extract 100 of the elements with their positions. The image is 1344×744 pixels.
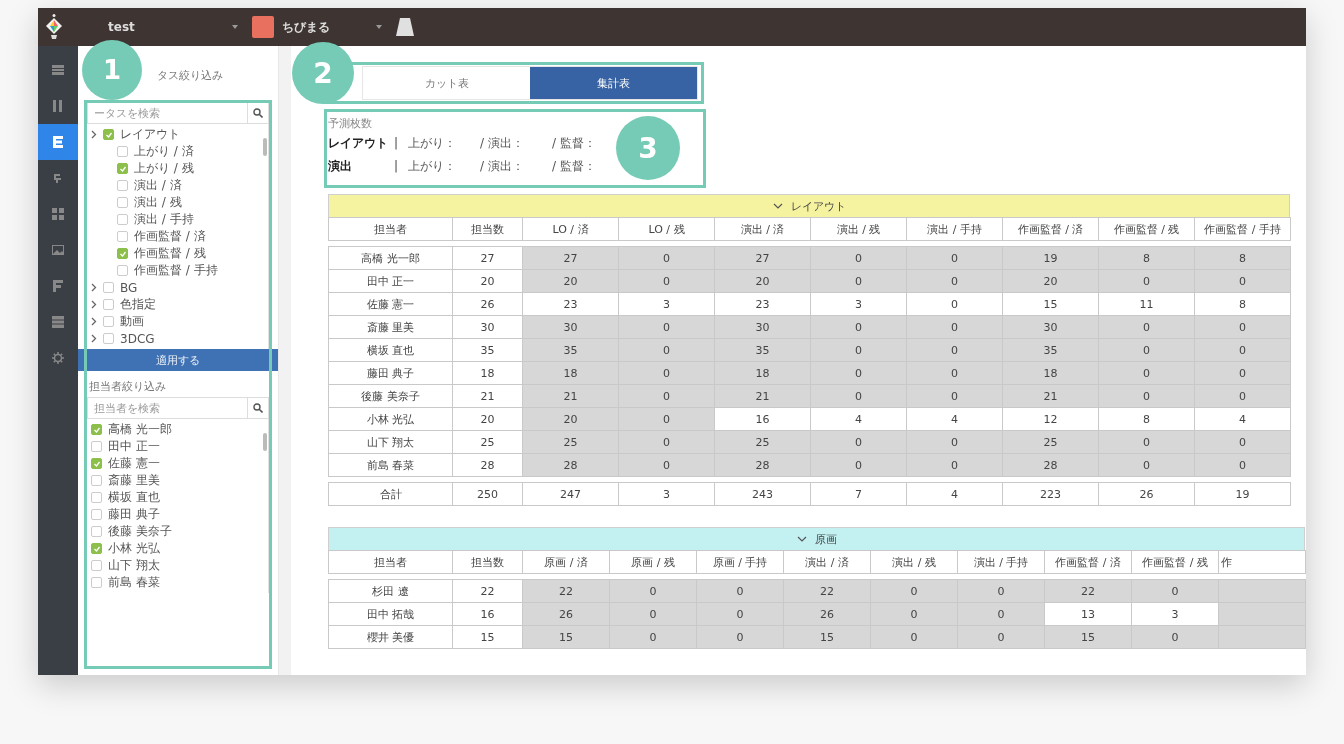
scrollbar-thumb[interactable] <box>263 433 267 451</box>
table-cell: 0 <box>1194 384 1291 408</box>
steps-icon <box>52 172 64 184</box>
status-label: 作画監督 / 済 <box>134 228 206 245</box>
scrollbar-thumb[interactable] <box>263 138 267 156</box>
table-cell: 0 <box>957 579 1045 603</box>
checkbox[interactable] <box>91 577 102 588</box>
table-cell: 櫻井 美優 <box>328 625 453 649</box>
search-icon <box>253 108 263 118</box>
person-name: 田中 正一 <box>108 438 160 455</box>
status-label: 作画監督 / 手持 <box>134 262 218 279</box>
table-cell: 25 <box>714 430 811 454</box>
table-cell: 21 <box>1002 384 1099 408</box>
table-cell: 18 <box>1002 361 1099 385</box>
checkbox[interactable] <box>91 526 102 537</box>
sheet-nav-button[interactable] <box>38 124 78 160</box>
checkbox[interactable] <box>117 265 128 276</box>
total-cell: 7 <box>810 482 907 506</box>
total-cell: 247 <box>522 482 619 506</box>
table-cell: 0 <box>906 315 1003 339</box>
checkbox[interactable] <box>117 146 128 157</box>
checkbox[interactable] <box>91 424 102 435</box>
table-cell: 0 <box>810 384 907 408</box>
table-cell: 0 <box>906 361 1003 385</box>
table-cell: 0 <box>1098 269 1195 293</box>
grid-icon <box>52 208 64 220</box>
table-cell: 15 <box>783 625 871 649</box>
status-label: 動画 <box>120 313 144 330</box>
search-button[interactable] <box>247 397 269 419</box>
list-icon <box>52 64 64 76</box>
chevron-icon[interactable] <box>91 130 97 139</box>
table-cell: 0 <box>1098 338 1195 362</box>
search-field[interactable]: 担当者を検索 <box>87 397 247 419</box>
table-cell: 20 <box>714 269 811 293</box>
view-tab[interactable]: 集計表 <box>530 67 697 99</box>
trapezoid-icon[interactable] <box>396 18 414 36</box>
search-field[interactable]: ータスを検索 <box>87 102 247 124</box>
table-cell: 8 <box>1194 246 1291 270</box>
checkbox[interactable] <box>91 560 102 571</box>
separator-text: | <box>394 136 400 151</box>
checkbox[interactable] <box>117 248 128 259</box>
column-header: 原画 / 手持 <box>696 550 784 574</box>
total-cell: 合計 <box>328 482 453 506</box>
section-header[interactable]: 原画 <box>328 527 1305 551</box>
checkbox[interactable] <box>117 231 128 242</box>
checkbox[interactable] <box>91 543 102 554</box>
table-cell: 0 <box>618 430 715 454</box>
search-icon <box>253 403 263 413</box>
table-cell: 0 <box>870 625 958 649</box>
table-cell: 35 <box>1002 338 1099 362</box>
table-cell: 0 <box>1194 430 1291 454</box>
status-label: 演出 / 手持 <box>134 211 194 228</box>
forecast-label: 演出 <box>328 157 353 175</box>
column-header: 作画監督 / 残 <box>1131 550 1219 574</box>
table-cell: 22 <box>783 579 871 603</box>
table-cell: 0 <box>870 579 958 603</box>
table-cell: 21 <box>714 384 811 408</box>
project-dropdown[interactable]: test <box>108 20 238 34</box>
table-cell: 0 <box>618 338 715 362</box>
table-cell: 前島 春菜 <box>328 453 453 477</box>
apply-button[interactable]: 適用する <box>78 349 278 371</box>
image-icon <box>52 244 64 256</box>
checkbox[interactable] <box>117 180 128 191</box>
column-header: 作画監督 / 残 <box>1098 217 1195 241</box>
table-cell: 0 <box>810 338 907 362</box>
column-header: 作画監督 / 手持 <box>1194 217 1291 241</box>
total-cell: 3 <box>618 482 715 506</box>
table-cell: 0 <box>609 579 697 603</box>
table-cell: 30 <box>714 315 811 339</box>
table-cell: 27 <box>714 246 811 270</box>
table-cell: 0 <box>906 246 1003 270</box>
checkbox[interactable] <box>117 163 128 174</box>
person-name: 藤田 典子 <box>108 506 160 523</box>
color-swatch[interactable] <box>252 16 274 38</box>
table-cell: 0 <box>906 269 1003 293</box>
checkbox[interactable] <box>91 441 102 452</box>
table-cell: 0 <box>618 246 715 270</box>
checkbox[interactable] <box>103 282 114 293</box>
search-button[interactable] <box>247 102 269 124</box>
column-header: 演出 / 手持 <box>957 550 1045 574</box>
checkbox[interactable] <box>117 197 128 208</box>
table-cell: 0 <box>1194 269 1291 293</box>
table-cell: 高橋 光一郎 <box>328 246 453 270</box>
checkbox[interactable] <box>117 214 128 225</box>
table-cell: 26 <box>783 602 871 626</box>
checkbox[interactable] <box>91 475 102 486</box>
checkbox[interactable] <box>91 492 102 503</box>
checkbox[interactable] <box>103 333 114 344</box>
checkbox[interactable] <box>103 316 114 327</box>
table-cell: 0 <box>1098 430 1195 454</box>
table-cell: 30 <box>1002 315 1099 339</box>
section-header[interactable]: レイアウト <box>328 194 1290 218</box>
checkbox[interactable] <box>103 129 114 140</box>
table-cell: 0 <box>957 602 1045 626</box>
table-cell: 0 <box>1194 361 1291 385</box>
checkbox[interactable] <box>91 509 102 520</box>
checkbox[interactable] <box>91 458 102 469</box>
episode-dropdown[interactable]: ちびまる <box>282 18 382 36</box>
checkbox[interactable] <box>103 299 114 310</box>
caret-icon <box>376 25 382 29</box>
